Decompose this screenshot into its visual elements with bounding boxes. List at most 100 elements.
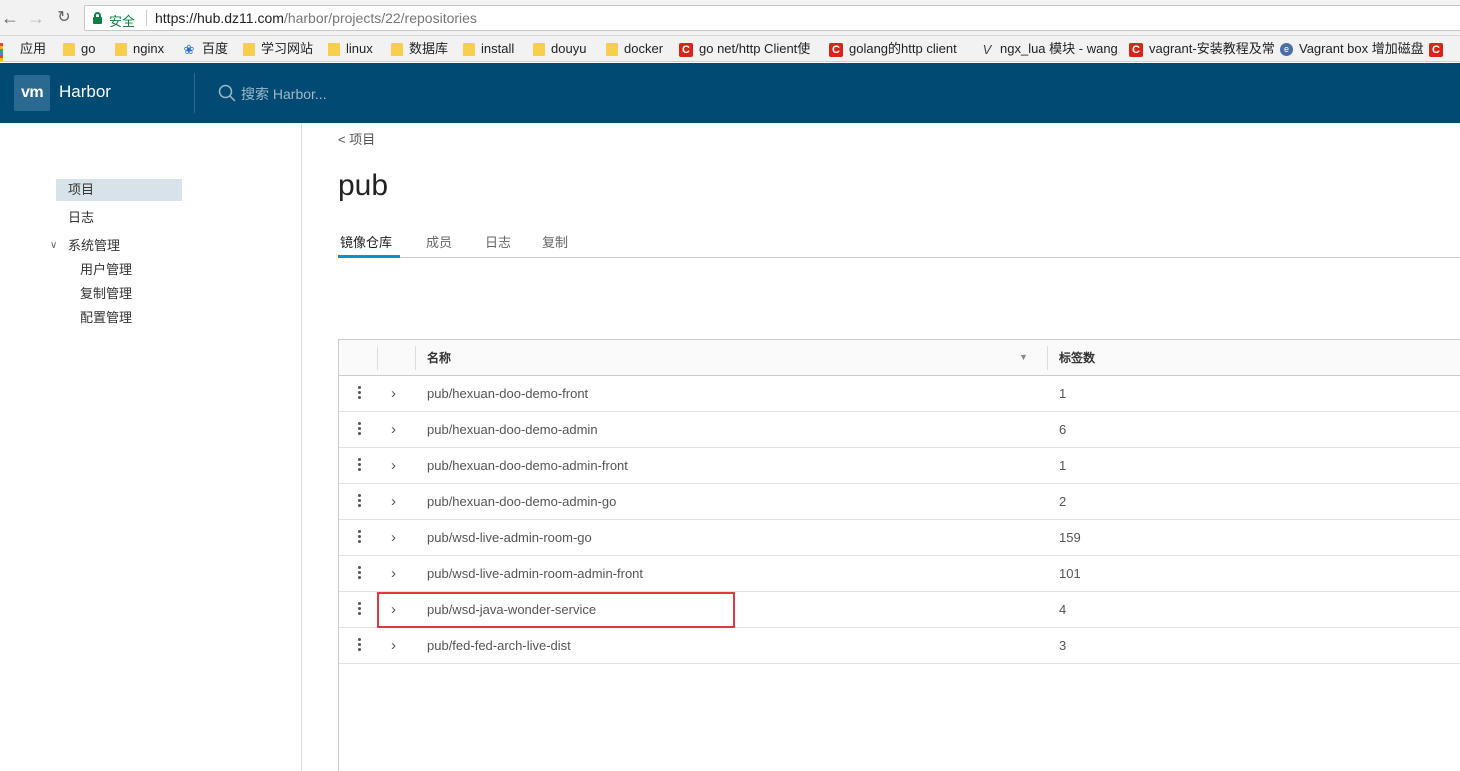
tab-repositories[interactable]: 镜像仓库: [338, 232, 400, 258]
sidebar-item-user-management[interactable]: 用户管理: [80, 259, 132, 281]
lock-icon: [93, 12, 102, 24]
url-text[interactable]: https://hub.dz11.com/harbor/projects/22/…: [155, 10, 477, 26]
table-row[interactable]: › pub/fed-fed-arch-live-dist 3: [339, 628, 1460, 664]
bookmark-golang-http[interactable]: Cgolang的http client: [829, 40, 957, 58]
repository-name[interactable]: pub/wsd-live-admin-room-admin-front: [427, 566, 643, 581]
tab-replication[interactable]: 复制: [542, 232, 568, 258]
column-header-name[interactable]: 名称: [427, 349, 451, 366]
sidebar-item-administration[interactable]: 系统管理: [68, 235, 120, 257]
row-actions-icon[interactable]: [357, 422, 363, 438]
vmware-logo[interactable]: vm: [14, 75, 50, 111]
tag-count: 101: [1059, 566, 1081, 581]
tag-count: 6: [1059, 422, 1067, 437]
row-actions-icon[interactable]: [357, 530, 363, 546]
bookmark-douyu[interactable]: douyu: [533, 40, 586, 58]
expand-chevron-icon[interactable]: ›: [391, 565, 396, 583]
tag-count: 4: [1059, 602, 1067, 617]
bookmark-label: vagrant-安装教程及常: [1149, 41, 1275, 56]
bookmark-install[interactable]: install: [463, 40, 514, 58]
sidebar-item-projects[interactable]: 项目: [56, 179, 182, 201]
repository-name[interactable]: pub/hexuan-doo-demo-admin-front: [427, 458, 628, 473]
expand-chevron-icon[interactable]: ›: [391, 421, 396, 439]
csdn-icon: C: [829, 42, 843, 57]
repository-name[interactable]: pub/hexuan-doo-demo-admin: [427, 422, 598, 437]
forward-arrow-icon[interactable]: →: [26, 8, 46, 28]
reload-icon[interactable]: ↻: [54, 8, 74, 28]
expand-chevron-icon[interactable]: ›: [391, 493, 396, 511]
search-icon: [218, 84, 236, 102]
row-actions-icon[interactable]: [357, 458, 363, 474]
sidebar-item-replication-management[interactable]: 复制管理: [80, 283, 132, 305]
expand-chevron-icon[interactable]: ›: [391, 385, 396, 403]
brand-title[interactable]: Harbor: [59, 82, 111, 102]
filter-icon[interactable]: ▼: [1019, 352, 1029, 362]
table-row[interactable]: › pub/hexuan-doo-demo-front 1: [339, 376, 1460, 412]
breadcrumb[interactable]: < 项目: [338, 129, 375, 148]
bookmark-linux[interactable]: linux: [328, 40, 373, 58]
tab-members[interactable]: 成员: [426, 232, 452, 258]
bookmark-apps[interactable]: 应用: [0, 40, 47, 61]
row-actions-icon[interactable]: [357, 566, 363, 582]
paw-icon: ❀: [183, 41, 195, 57]
repository-name[interactable]: pub/hexuan-doo-demo-front: [427, 386, 588, 401]
bookmark-study[interactable]: 学习网站: [243, 40, 313, 58]
address-bar[interactable]: 安全 https://hub.dz11.com/harbor/projects/…: [84, 5, 1460, 31]
row-actions-icon[interactable]: [357, 494, 363, 510]
folder-icon: [115, 43, 127, 57]
expand-chevron-icon[interactable]: ›: [391, 529, 396, 547]
tag-count: 159: [1059, 530, 1081, 545]
repository-name[interactable]: pub/wsd-live-admin-room-go: [427, 530, 592, 545]
bookmark-label: 学习网站: [261, 41, 314, 56]
bookmark-ngx-lua[interactable]: Vngx_lua 模块 - wang: [980, 40, 1118, 58]
column-header-tag-count[interactable]: 标签数: [1059, 349, 1095, 366]
tab-bar: 镜像仓库 成员 日志 复制: [338, 229, 1460, 258]
folder-icon: [606, 43, 618, 57]
back-arrow-icon[interactable]: ←: [0, 8, 20, 28]
bookmarks-bar: 应用 go nginx ❀ 百度 学习网站 linux 数据库 install d…: [0, 36, 1460, 62]
bookmark-label: go net/http Client使: [699, 41, 811, 56]
tag-count: 1: [1059, 458, 1067, 473]
folder-icon: [391, 43, 403, 57]
sidebar-item-logs[interactable]: 日志: [68, 207, 94, 229]
csdn-icon: C: [1129, 42, 1143, 57]
row-actions-icon[interactable]: [357, 386, 363, 402]
bookmark-label: ngx_lua 模块 - wang: [1000, 41, 1118, 56]
highlight-annotation: [377, 592, 735, 628]
bookmark-go[interactable]: go: [63, 40, 95, 58]
table-row[interactable]: › pub/hexuan-doo-demo-admin-front 1: [339, 448, 1460, 484]
url-path: /harbor/projects/22/repositories: [283, 10, 477, 26]
bookmark-nginx[interactable]: nginx: [115, 40, 164, 58]
bookmark-label: 数据库: [409, 41, 449, 56]
globe-icon: e: [1280, 43, 1293, 57]
expand-chevron-icon[interactable]: ›: [391, 457, 396, 475]
bookmark-go-net-http[interactable]: Cgo net/http Client使: [679, 40, 810, 58]
table-row[interactable]: › pub/hexuan-doo-demo-admin-go 2: [339, 484, 1460, 520]
bookmark-label: 应用: [20, 41, 47, 56]
bookmark-docker[interactable]: docker: [606, 40, 663, 58]
search-input[interactable]: [241, 83, 541, 105]
folder-icon: [533, 43, 545, 57]
sidebar: 项目 日志 ∨ 系统管理 用户管理 复制管理 配置管理: [0, 123, 302, 771]
page-title: pub: [338, 169, 389, 202]
bookmark-vagrant-box[interactable]: e Vagrant box 增加磁盘: [1280, 40, 1424, 58]
folder-icon: [328, 43, 340, 57]
bookmark-more[interactable]: C: [1429, 40, 1449, 58]
expand-chevron-icon[interactable]: ›: [391, 637, 396, 655]
repository-name[interactable]: pub/hexuan-doo-demo-admin-go: [427, 494, 616, 509]
bookmark-label: install: [481, 41, 515, 56]
row-actions-icon[interactable]: [357, 638, 363, 654]
sidebar-item-configuration[interactable]: 配置管理: [80, 307, 132, 329]
chevron-down-icon[interactable]: ∨: [50, 240, 60, 251]
table-row[interactable]: › pub/wsd-live-admin-room-admin-front 10…: [339, 556, 1460, 592]
table-row[interactable]: › pub/wsd-live-admin-room-go 159: [339, 520, 1460, 556]
secure-label: 安全: [109, 14, 136, 29]
bookmark-baidu[interactable]: ❀ 百度: [182, 40, 228, 58]
table-row[interactable]: › pub/hexuan-doo-demo-admin 6: [339, 412, 1460, 448]
repository-name[interactable]: pub/fed-fed-arch-live-dist: [427, 638, 571, 653]
bookmark-database[interactable]: 数据库: [391, 40, 448, 58]
bookmark-vagrant-install[interactable]: Cvagrant-安装教程及常: [1129, 40, 1275, 58]
bookmark-label: docker: [624, 41, 664, 56]
bookmark-label: linux: [346, 41, 373, 56]
row-actions-icon[interactable]: [357, 602, 363, 618]
tab-logs[interactable]: 日志: [485, 232, 511, 258]
